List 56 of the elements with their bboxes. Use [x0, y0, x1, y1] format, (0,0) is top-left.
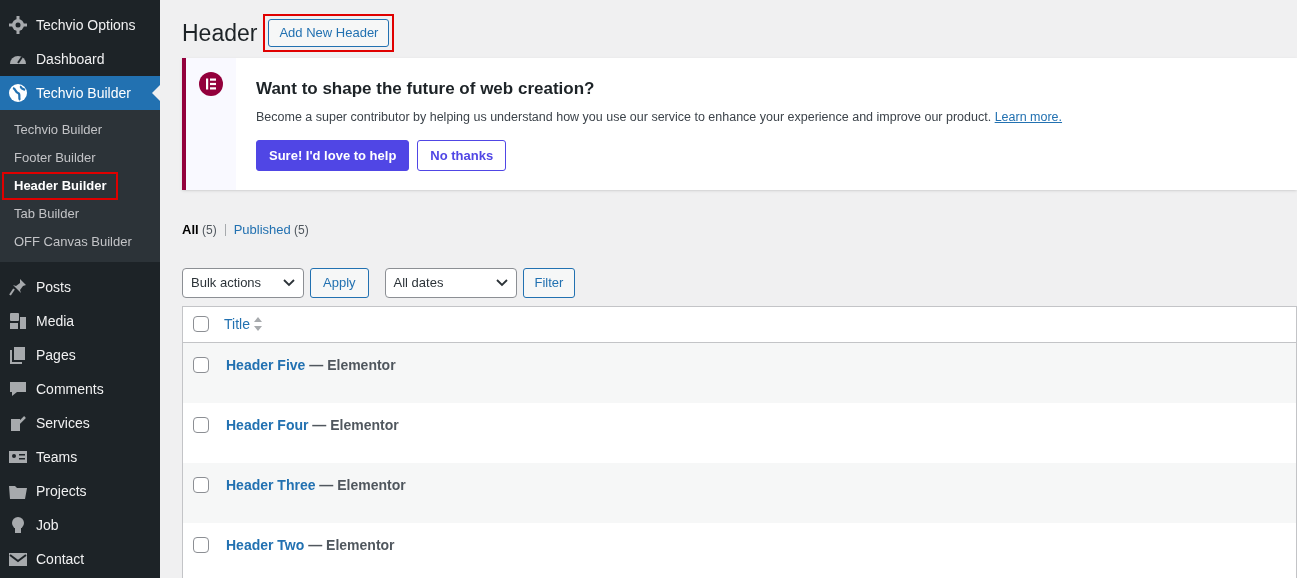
chevron-down-icon: [495, 278, 508, 287]
notice-text: Become a super contributor by helping us understand how you use our service to enhance your experience and improve our product.: [256, 109, 992, 124]
elementor-logo-icon: [199, 72, 223, 96]
submenu-item[interactable]: Tab Builder: [2, 200, 92, 228]
chevron-down-icon: [283, 278, 295, 287]
checkbox[interactable]: [193, 416, 209, 433]
sidebar-item[interactable]: Job: [0, 508, 160, 542]
sidebar-item[interactable]: Projects: [0, 474, 160, 508]
edit-icon: [8, 413, 28, 433]
comment-icon: [8, 379, 28, 399]
sidebar-item[interactable]: Techvio Options: [0, 8, 160, 42]
checkbox[interactable]: [193, 356, 209, 373]
current-pointer-icon: [152, 85, 160, 101]
page-title: Header: [182, 18, 258, 48]
checkbox[interactable]: [193, 476, 209, 493]
sidebar-item[interactable]: Services: [0, 406, 160, 440]
checkbox[interactable]: [193, 536, 209, 553]
globe-icon: [8, 83, 28, 103]
notice-title: Want to shape the future of web creation?: [256, 78, 596, 100]
decline-button[interactable]: No thanks: [417, 140, 507, 172]
learn-more-link[interactable]: Learn more.: [994, 109, 1063, 124]
submenu-item[interactable]: Header Builder: [2, 172, 119, 200]
sidebar-item[interactable]: Contact: [0, 542, 160, 576]
sidebar-item[interactable]: Techvio Builder: [0, 76, 160, 110]
filter-button[interactable]: Filter: [522, 267, 576, 298]
post-type-label: — Elementor: [318, 476, 406, 493]
sidebar-item[interactable]: Comments: [0, 372, 160, 406]
submenu-item[interactable]: Techvio Builder: [2, 116, 115, 144]
sidebar-item[interactable]: Teams: [0, 440, 160, 474]
post-type-label: — Elementor: [307, 536, 395, 553]
sidebar-item[interactable]: Dashboard: [0, 42, 160, 76]
column-header[interactable]: Title: [224, 313, 262, 335]
post-title-link[interactable]: Header Three: [226, 476, 316, 493]
post-title-link[interactable]: Header Two: [226, 536, 305, 553]
filter-link[interactable]: All (5): [182, 220, 217, 240]
gear-icon: [8, 15, 28, 35]
submenu-item[interactable]: OFF Canvas Builder: [2, 228, 144, 256]
sidebar-item[interactable]: Media: [0, 304, 160, 338]
filter-link[interactable]: Published (5): [233, 220, 309, 240]
post-title-link[interactable]: Header Four: [226, 416, 309, 433]
media-icon: [8, 311, 28, 331]
sidebar-item[interactable]: Pages: [0, 338, 160, 372]
post-type-label: — Elementor: [308, 356, 396, 373]
sidebar-item[interactable]: Posts: [0, 270, 160, 304]
pages-icon: [8, 345, 28, 365]
post-title-link[interactable]: Header Five: [226, 356, 306, 373]
pushpin-icon: [8, 277, 28, 297]
sort-icon: [253, 317, 262, 331]
checkbox[interactable]: [193, 316, 209, 332]
accept-button[interactable]: Sure! I'd love to help: [256, 140, 410, 172]
date-filter-select[interactable]: All dates: [384, 267, 517, 298]
apply-button[interactable]: Apply: [310, 267, 369, 298]
post-type-label: — Elementor: [311, 416, 399, 433]
add-new-button[interactable]: Add New Header: [268, 19, 390, 47]
bulk-actions-select[interactable]: Bulk actions: [182, 267, 304, 298]
submenu-item[interactable]: Footer Builder: [2, 144, 108, 172]
